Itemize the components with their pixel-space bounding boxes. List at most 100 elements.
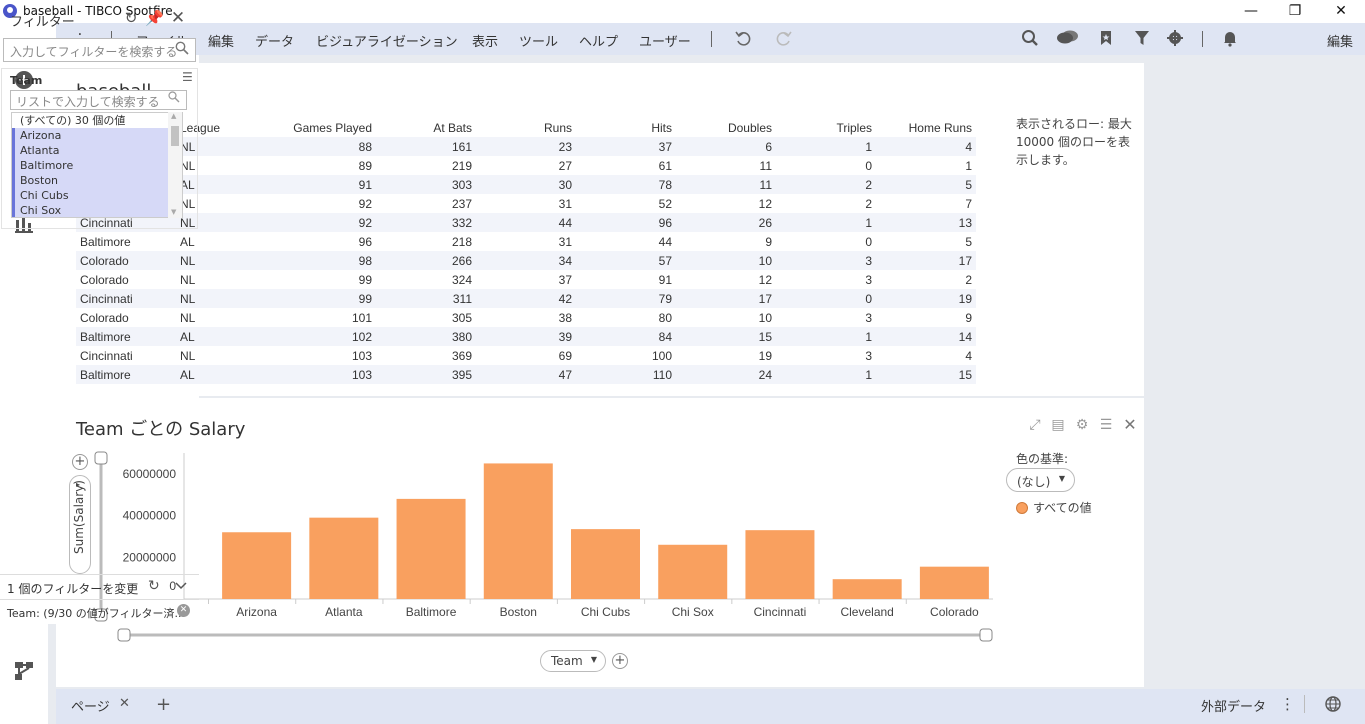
table-cell: 1 xyxy=(776,327,876,346)
table-row[interactable]: Colorado NL 99 324 37 91 12 3 2 xyxy=(76,270,976,289)
pin-icon[interactable]: 📌 xyxy=(145,9,164,27)
close-tab-icon[interactable]: ✕ xyxy=(119,696,130,711)
list-item-all[interactable]: (すべての) 30 個の値 xyxy=(12,113,182,128)
column-header[interactable]: Games Played xyxy=(256,118,376,137)
x-axis-selector[interactable]: Team ▼ xyxy=(540,650,606,672)
legend-item[interactable]: すべての値 xyxy=(1016,499,1092,516)
menu-view[interactable]: 表示 xyxy=(472,31,498,50)
data-canvas-icon[interactable] xyxy=(12,659,36,683)
column-header[interactable]: Hits xyxy=(576,118,676,137)
menu-user[interactable]: ユーザー xyxy=(639,31,691,50)
reset-filters-icon[interactable]: ↻ xyxy=(122,9,140,27)
column-header[interactable]: Runs xyxy=(476,118,576,137)
table-cell: 79 xyxy=(576,289,676,308)
edit-mode-dropdown[interactable]: 編集 xyxy=(1315,27,1365,51)
separator xyxy=(1304,695,1305,713)
reset-icon[interactable]: ↻ xyxy=(148,578,160,594)
edit-mode-label: 編集 xyxy=(1327,35,1354,50)
filter-menu-icon[interactable]: ☰ xyxy=(182,70,193,84)
restore-button[interactable]: ❐ xyxy=(1272,0,1318,23)
more-options-icon[interactable]: ⋮ xyxy=(1280,695,1295,713)
search-icon[interactable] xyxy=(1020,29,1040,49)
table-cell: NL xyxy=(176,289,256,308)
column-header[interactable]: At Bats xyxy=(376,118,476,137)
table-cell: 0 xyxy=(776,289,876,308)
menu-help[interactable]: ヘルプ xyxy=(579,31,618,50)
list-item[interactable]: Chi Sox xyxy=(12,203,182,217)
add-x-axis-button[interactable]: + xyxy=(612,653,628,669)
table-cell: 19 xyxy=(876,289,976,308)
y-tick-label: 60000000 xyxy=(123,467,177,481)
table-cell: 9 xyxy=(765,234,772,249)
notifications-bell-icon[interactable] xyxy=(1220,29,1240,49)
list-item[interactable]: Atlanta xyxy=(12,143,182,158)
table-cell: NL xyxy=(180,272,196,287)
color-by-dropdown[interactable]: (なし) ▼ xyxy=(1006,468,1075,492)
title-bar: baseball - TIBCO Spotfire — ❐ ✕ xyxy=(0,0,1365,23)
add-y-axis-button[interactable]: + xyxy=(72,454,88,470)
collaboration-icon[interactable] xyxy=(1056,29,1080,49)
table-cell: 96 xyxy=(358,234,372,249)
redo-icon[interactable] xyxy=(774,29,794,49)
globe-icon[interactable] xyxy=(1324,695,1342,716)
table-cell: 92 xyxy=(256,213,376,232)
table-cell: 1 xyxy=(776,213,876,232)
minimize-button[interactable]: — xyxy=(1228,0,1274,23)
list-item[interactable]: Chi Cubs xyxy=(12,188,182,203)
table-row[interactable]: Baltimore AL 102 380 39 84 15 1 14 xyxy=(76,327,976,346)
menu-data[interactable]: データ xyxy=(255,31,294,50)
table-cell: 5 xyxy=(876,175,976,194)
table-row[interactable]: Colorado NL 98 266 34 57 10 3 17 xyxy=(76,251,976,270)
menu-visualization[interactable]: ビジュアライゼーション xyxy=(316,31,458,50)
bookmark-icon[interactable] xyxy=(1096,29,1116,49)
y-axis-selector[interactable]: Sum(Salary) ▸ xyxy=(69,475,91,574)
table-cell: 0 xyxy=(865,234,872,249)
list-item[interactable]: Arizona xyxy=(12,128,182,143)
chevron-down-icon[interactable] xyxy=(174,580,188,595)
menu-tools[interactable]: ツール xyxy=(519,31,558,50)
filter-icon[interactable] xyxy=(1132,29,1152,49)
column-header[interactable]: Home Runs xyxy=(876,118,976,137)
close-window-button[interactable]: ✕ xyxy=(1318,0,1364,23)
table-row[interactable]: Colorado NL 101 305 38 80 10 3 9 xyxy=(76,308,976,327)
table-cell: 3 xyxy=(865,348,872,363)
remove-filter-icon[interactable]: ✕ xyxy=(177,604,190,617)
table-row[interactable]: BaltimoreNL8921927611101 xyxy=(76,156,976,175)
table-cell: 24 xyxy=(676,365,776,384)
table-row[interactable]: Cincinnati NL 99 311 42 79 17 0 19 xyxy=(76,289,976,308)
add-page-button[interactable]: + xyxy=(156,694,171,715)
list-item[interactable]: Baltimore xyxy=(12,158,182,173)
table-row[interactable]: ArizonaNL881612337614 xyxy=(76,137,976,156)
bar-chart: 0200000004000000060000000Arizona Atlanta B… xyxy=(94,451,993,642)
table-cell: 99 xyxy=(256,289,376,308)
menu-bar: ⋮ ファイル 編集 データ ビジュアライゼーション 表示 ツール ヘルプ ユーザ… xyxy=(56,23,1365,55)
table-row[interactable]: Cincinnati NL 92 332 44 96 26 1 13 xyxy=(76,213,976,232)
table-cell: 78 xyxy=(576,175,676,194)
scroll-up-icon[interactable]: ▲ xyxy=(171,112,176,120)
list-scrollbar[interactable]: ▲ ▼ xyxy=(168,112,182,218)
y-slider-handle-top xyxy=(94,451,108,465)
scroll-down-icon[interactable]: ▼ xyxy=(171,208,176,216)
list-search-input[interactable]: リストで入力して検索する xyxy=(10,90,187,110)
column-header[interactable]: Triples xyxy=(776,118,876,137)
table-cell: 3 xyxy=(865,272,872,287)
table-cell: 26 xyxy=(676,213,776,232)
column-header[interactable]: Doubles xyxy=(676,118,776,137)
table-row[interactable]: Cincinnati NL 103 369 69 100 19 3 4 xyxy=(76,346,976,365)
table-row[interactable]: Baltimore AL 96 218 31 44 9 0 5 xyxy=(76,232,976,251)
list-item[interactable]: Boston xyxy=(12,173,182,188)
page-tab[interactable]: ページ ✕ xyxy=(56,689,140,719)
table-row[interactable]: ColoradoNL9223731521227 xyxy=(76,194,976,213)
x-slider-handle-left xyxy=(117,628,131,642)
settings-gear-icon[interactable] xyxy=(1165,29,1185,49)
bar xyxy=(745,530,815,599)
table-row[interactable]: BaltimoreAL9130330781125 xyxy=(76,175,976,194)
table-row[interactable]: Baltimore AL 103 395 47 110 24 1 15 xyxy=(76,365,976,384)
table-cell: 69 xyxy=(558,348,572,363)
menu-edit[interactable]: 編集 xyxy=(208,31,234,50)
undo-icon[interactable] xyxy=(733,29,753,49)
filter-search-input[interactable]: 入力してフィルターを検索する xyxy=(3,38,196,62)
close-filter-panel-icon[interactable]: ✕ xyxy=(169,9,187,27)
scrollbar-thumb[interactable] xyxy=(171,126,179,146)
external-data-label[interactable]: 外部データ xyxy=(1201,696,1266,715)
